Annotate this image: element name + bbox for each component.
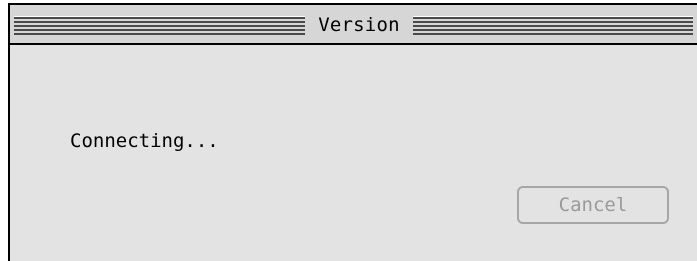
window-title: Version <box>318 14 400 36</box>
status-message: Connecting... <box>70 130 219 152</box>
title-bar[interactable]: Version <box>10 5 697 45</box>
cancel-button[interactable]: Cancel <box>517 186 669 224</box>
dialog-window: Version Connecting... Cancel <box>8 3 697 261</box>
title-bar-stripes-right <box>413 16 693 35</box>
title-bar-stripes-left <box>14 16 305 35</box>
